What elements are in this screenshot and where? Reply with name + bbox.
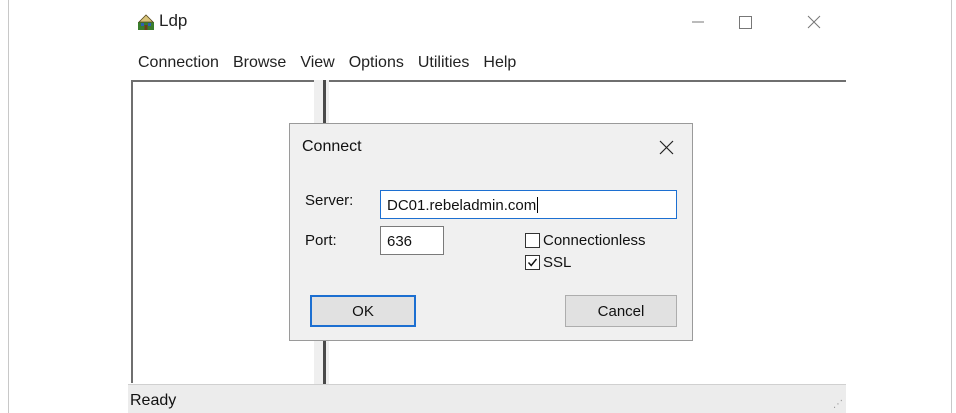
port-input[interactable]: 636: [380, 226, 444, 255]
checkbox-unchecked[interactable]: [525, 233, 540, 248]
menu-connection[interactable]: Connection: [138, 50, 219, 76]
minimize-button[interactable]: [678, 8, 718, 36]
checkbox-checked[interactable]: [525, 255, 540, 270]
status-bar: Ready ⋰: [128, 384, 846, 413]
menu-view[interactable]: View: [300, 50, 334, 76]
server-value: DC01.rebeladmin.com: [387, 197, 537, 214]
connectionless-checkbox[interactable]: Connectionless: [525, 232, 646, 249]
port-value: 636: [387, 233, 413, 250]
text-caret: [537, 197, 539, 213]
server-input[interactable]: DC01.rebeladmin.com: [380, 190, 677, 219]
dialog-title: Connect: [302, 138, 362, 155]
resize-grip-icon[interactable]: ⋰: [833, 399, 843, 410]
connect-dialog: Connect Server: DC01.rebeladmin.com Port…: [289, 123, 693, 341]
maximize-icon: [738, 15, 752, 29]
server-label: Server:: [305, 192, 354, 209]
close-icon: [807, 15, 821, 29]
ldp-app-icon: [138, 14, 154, 30]
ssl-label: SSL: [543, 254, 572, 271]
ok-button[interactable]: OK: [310, 295, 416, 327]
title-bar[interactable]: Ldp: [128, 0, 846, 38]
ssl-checkbox[interactable]: SSL: [525, 254, 571, 271]
menu-bar: Connection Browse View Options Utilities…: [128, 50, 530, 76]
port-label: Port:: [305, 232, 337, 249]
cancel-button[interactable]: Cancel: [565, 295, 677, 327]
connectionless-label: Connectionless: [543, 232, 646, 249]
checkmark-icon: [527, 258, 538, 267]
status-text: Ready: [130, 392, 177, 409]
close-window-button[interactable]: [794, 8, 834, 36]
menu-utilities[interactable]: Utilities: [418, 50, 470, 76]
dialog-close-button[interactable]: [649, 134, 683, 160]
close-icon: [659, 140, 673, 154]
menu-options[interactable]: Options: [349, 50, 404, 76]
minimize-icon: [692, 21, 704, 23]
menu-browse[interactable]: Browse: [233, 50, 286, 76]
maximize-button[interactable]: [725, 8, 765, 36]
menu-help[interactable]: Help: [483, 50, 516, 76]
window-title: Ldp: [159, 11, 188, 30]
